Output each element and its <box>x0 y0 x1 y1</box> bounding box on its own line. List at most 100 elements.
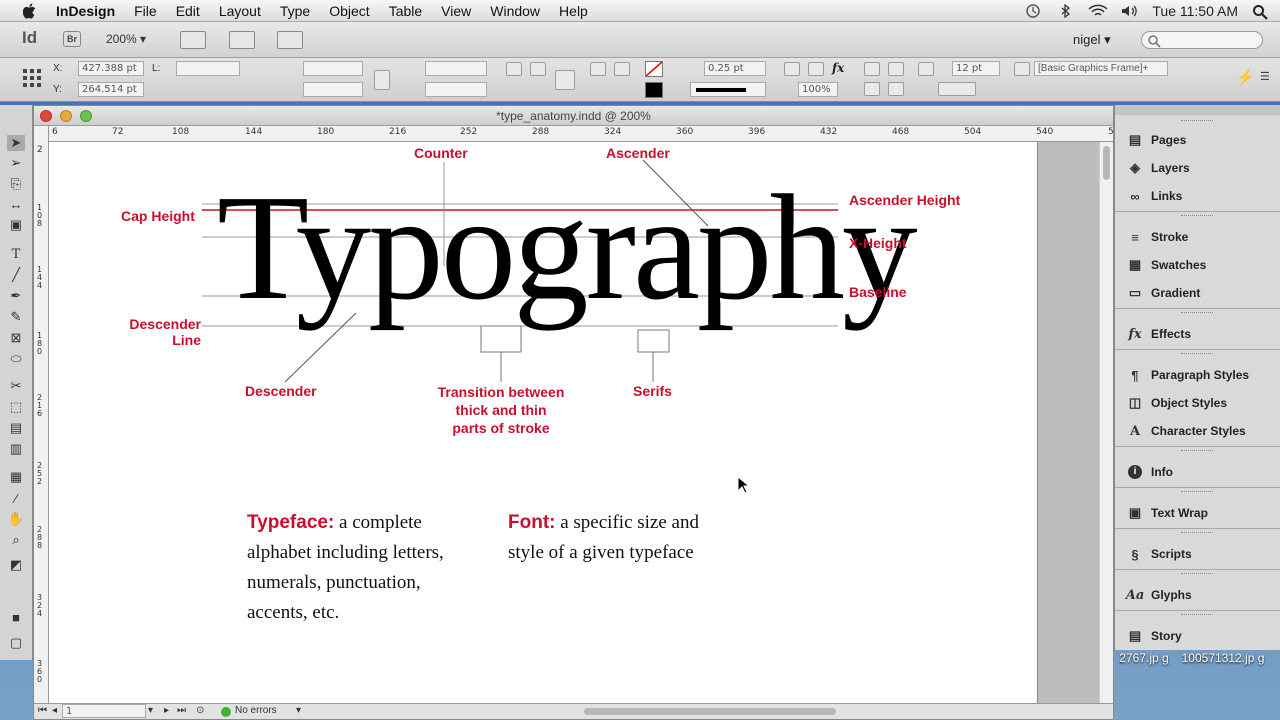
text-frame-icon[interactable] <box>555 70 575 90</box>
object-style-dropdown[interactable]: [Basic Graphics Frame]+ <box>1034 61 1168 76</box>
panel-grip[interactable] <box>1181 120 1213 123</box>
menu-table[interactable]: Table <box>389 3 422 19</box>
rotate-ccw-icon[interactable] <box>530 62 546 76</box>
view-options-button[interactable] <box>180 31 206 49</box>
horizontal-scrollbar-thumb[interactable] <box>584 708 836 715</box>
x-position-field[interactable]: 427.388 pt <box>78 61 144 76</box>
scissors-tool[interactable]: ✂ <box>7 378 25 394</box>
lightning-icon[interactable]: ⚡ <box>1236 68 1255 86</box>
panel-scripts[interactable]: § Scripts <box>1119 542 1279 566</box>
desktop-file[interactable]: 2767.jp g <box>1114 651 1174 665</box>
panel-grip[interactable] <box>1181 215 1213 218</box>
panel-grip[interactable] <box>1181 353 1213 356</box>
previous-page-button[interactable]: ◂ <box>52 705 57 716</box>
typography-word[interactable]: Typography <box>217 172 917 323</box>
type-tool[interactable]: T <box>7 246 25 262</box>
zoom-button[interactable] <box>80 110 92 122</box>
opacity-field[interactable]: 100% <box>798 82 838 97</box>
panel-grip[interactable] <box>1181 491 1213 494</box>
pencil-tool[interactable]: ✎ <box>7 309 25 325</box>
close-button[interactable] <box>40 110 52 122</box>
screen-mode-icon[interactable]: ▢ <box>7 635 25 651</box>
constrain-proportions-icon[interactable] <box>374 70 390 90</box>
page-number-field[interactable]: 1 <box>62 704 146 718</box>
panel-story[interactable]: ▤ Story <box>1119 624 1279 648</box>
dock-header[interactable] <box>1115 105 1280 115</box>
panel-info[interactable]: i Info <box>1119 460 1279 484</box>
page-tool[interactable]: ⎘ <box>7 176 25 192</box>
menu-help[interactable]: Help <box>559 3 588 19</box>
panel-pages[interactable]: ▤ Pages <box>1119 128 1279 152</box>
hand-tool[interactable]: ✋ <box>7 511 25 527</box>
select-container-icon[interactable] <box>614 62 630 76</box>
panel-grip[interactable] <box>1181 614 1213 617</box>
y-position-field[interactable]: 264.514 pt <box>78 82 144 97</box>
fit-frame-icon[interactable] <box>864 82 880 96</box>
panel-grip[interactable] <box>1181 532 1213 535</box>
first-page-button[interactable]: ⏮ <box>38 705 47 716</box>
height-field[interactable] <box>303 82 363 97</box>
center-content-icon[interactable] <box>888 82 904 96</box>
panel-grip[interactable] <box>1181 312 1213 315</box>
panel-paragraph-styles[interactable]: ¶ Paragraph Styles <box>1119 363 1279 387</box>
font-definition[interactable]: Font: a specific size and style of a giv… <box>508 508 733 568</box>
length-field[interactable] <box>176 61 240 76</box>
panel-links[interactable]: ∞ Links <box>1119 184 1279 208</box>
zoom-tool[interactable]: ⌕ <box>7 532 25 548</box>
selection-tool[interactable]: ➤ <box>7 135 25 151</box>
stroke-type-dropdown[interactable] <box>690 82 766 97</box>
rotate-cw-icon[interactable] <box>506 62 522 76</box>
panel-menu-icon[interactable]: ☰ <box>1260 70 1270 83</box>
rectangle-frame-tool[interactable]: ⊠ <box>7 330 25 346</box>
stroke-swatch-icon[interactable] <box>645 82 663 98</box>
open-document-icon[interactable]: ⊙ <box>196 705 204 716</box>
typeface-definition[interactable]: Typeface: a complete alphabet including … <box>247 508 482 628</box>
panel-effects[interactable]: fx Effects <box>1119 322 1279 346</box>
content-collector-tool[interactable]: ▣ <box>7 217 25 233</box>
menu-view[interactable]: View <box>441 3 471 19</box>
vertical-scrollbar[interactable] <box>1099 142 1113 703</box>
rotation-field[interactable] <box>425 61 487 76</box>
pasteboard[interactable] <box>1037 142 1099 703</box>
menu-clock[interactable]: Tue 11:50 AM <box>1152 3 1238 19</box>
panel-swatches[interactable]: ▦ Swatches <box>1119 253 1279 277</box>
fill-swatch-icon[interactable] <box>645 61 663 77</box>
menu-app[interactable]: InDesign <box>56 3 115 19</box>
scrollbar-thumb[interactable] <box>1103 146 1110 180</box>
screen-mode-button[interactable] <box>229 31 255 49</box>
gradient-swatch-tool[interactable]: ▤ <box>7 420 25 436</box>
direct-selection-tool[interactable]: ➢ <box>7 155 25 171</box>
last-page-button[interactable]: ⏭ <box>177 705 186 716</box>
desktop-file[interactable]: 100571312.jp g <box>1178 651 1268 665</box>
panel-gradient[interactable]: ▭ Gradient <box>1119 281 1279 305</box>
pen-tool[interactable]: ✒ <box>7 288 25 304</box>
next-page-button[interactable]: ▸ <box>164 705 169 716</box>
drop-shadow-icon[interactable] <box>784 62 800 76</box>
panel-grip[interactable] <box>1181 573 1213 576</box>
wifi-icon[interactable] <box>1088 4 1108 18</box>
arrange-documents-button[interactable] <box>277 31 303 49</box>
flip-horizontal-icon[interactable] <box>590 62 606 76</box>
page-dropdown[interactable]: ▾ <box>148 705 153 716</box>
spotlight-icon[interactable] <box>1252 4 1270 20</box>
ellipse-tool[interactable]: ⬭ <box>7 351 25 367</box>
menu-layout[interactable]: Layout <box>219 3 261 19</box>
panel-character-styles[interactable]: A Character Styles <box>1119 419 1279 443</box>
eyedropper-tool[interactable]: ⁄ <box>7 490 25 506</box>
menu-object[interactable]: Object <box>329 3 369 19</box>
help-search-input[interactable] <box>1141 31 1263 49</box>
note-tool[interactable]: ▦ <box>7 469 25 485</box>
menu-type[interactable]: Type <box>280 3 310 19</box>
menu-file[interactable]: File <box>134 3 157 19</box>
bridge-button[interactable]: Br <box>63 31 81 47</box>
free-transform-tool[interactable]: ⬚ <box>7 399 25 415</box>
apple-icon[interactable] <box>20 3 40 19</box>
auto-fit-icon[interactable] <box>918 62 934 76</box>
text-wrap-none-icon[interactable] <box>864 62 880 76</box>
bluetooth-icon[interactable] <box>1056 3 1074 19</box>
workspace-dropdown[interactable]: nigel ▾ <box>1073 32 1111 48</box>
panel-stroke[interactable]: ≡ Stroke <box>1119 225 1279 249</box>
preflight-status[interactable]: No errors <box>235 705 277 716</box>
line-tool[interactable]: ╱ <box>7 267 25 283</box>
minimize-button[interactable] <box>60 110 72 122</box>
